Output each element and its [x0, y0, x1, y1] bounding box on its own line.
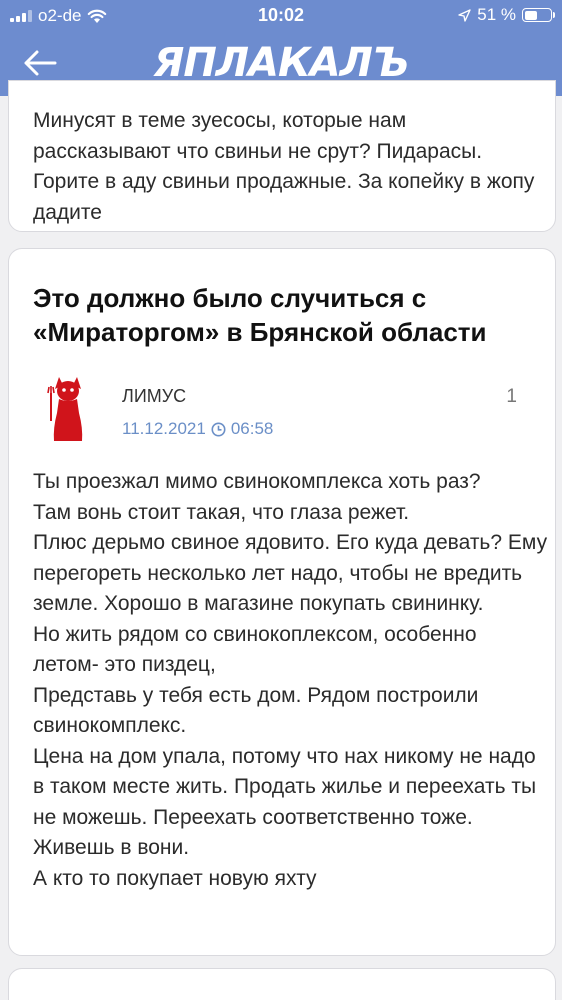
location-arrow-icon [458, 8, 471, 22]
post-body: Ты проезжал мимо свинокомплекса хоть раз… [33, 467, 548, 894]
next-card [8, 968, 556, 1000]
battery-level [524, 10, 538, 20]
status-right: 51 % [458, 5, 555, 25]
post-line: А кто то покупает новую яхту [33, 866, 317, 890]
post-line: Но жить рядом со свинокоплексом, особенн… [33, 622, 477, 677]
post-meta: 11.12.2021 06:58 [122, 419, 273, 439]
post-line: Там вонь стоит такая, что глаза режет. [33, 500, 410, 524]
post-date: 11.12.2021 [122, 419, 206, 438]
post-line: Ты проезжал мимо свинокомплекса хоть раз… [33, 470, 481, 493]
avatar[interactable] [47, 373, 89, 443]
post-line: Плюс дерьмо свиное ядовито. Его куда дев… [33, 531, 548, 615]
rating-count[interactable]: 1 [506, 386, 517, 408]
battery-percent: 51 % [477, 5, 516, 24]
status-bar: o2-de 10:02 51 % [0, 0, 562, 32]
post-title[interactable]: Это должно было случиться с «Мираторгом»… [33, 281, 553, 349]
previous-comment-card: Минусят в теме зуесосы, которые нам расс… [8, 80, 556, 232]
post-time: 06:58 [230, 419, 274, 438]
post-card: Это должно было случиться с «Мираторгом»… [8, 248, 556, 956]
author-name[interactable]: ЛИМУС [122, 386, 186, 407]
clock-icon [211, 422, 226, 436]
post-line: Цена на дом упала, потому что нах никому… [33, 744, 537, 860]
battery-icon [522, 8, 555, 22]
previous-comment-text: Минусят в теме зуесосы, которые нам расс… [33, 109, 535, 224]
post-line: Представь у тебя есть дом. Рядом построи… [33, 683, 479, 738]
